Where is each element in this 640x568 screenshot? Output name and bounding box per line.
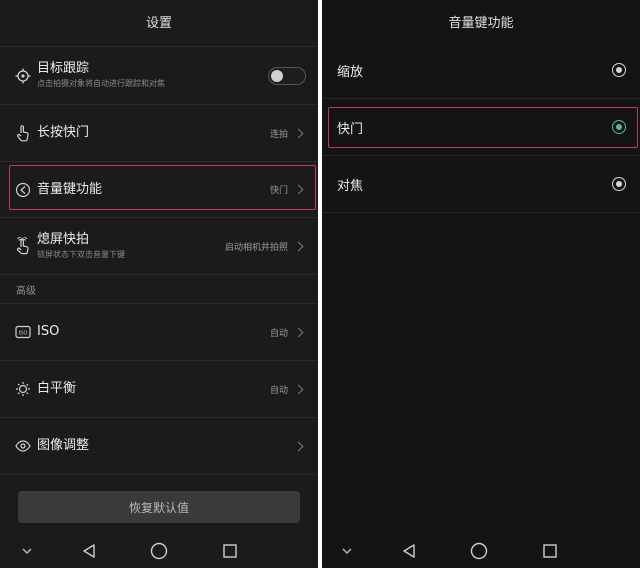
row-title: 音量键功能 bbox=[37, 181, 103, 197]
row-title: 白平衡 bbox=[37, 381, 77, 396]
radio-unselected-icon[interactable] bbox=[612, 63, 626, 77]
system-nav-bar bbox=[322, 534, 640, 568]
chevron-right-icon bbox=[293, 327, 304, 337]
row-title: 目标跟踪 bbox=[37, 61, 90, 76]
row-title: 图像调整 bbox=[37, 438, 90, 453]
page-title: 设置 bbox=[145, 15, 172, 31]
option-focus[interactable]: 对焦 bbox=[322, 156, 640, 212]
radio-selected-icon[interactable] bbox=[612, 120, 626, 134]
iso-icon: ISO bbox=[14, 323, 32, 341]
settings-row-screen-off-snapshot[interactable]: 熄屏快拍 锁屏状态下双击音量下键 启动相机并拍照 bbox=[0, 217, 318, 274]
chevron-right-icon bbox=[293, 128, 304, 138]
volume-key-icon bbox=[14, 181, 32, 199]
white-balance-icon bbox=[14, 380, 32, 398]
settings-row-white-balance[interactable]: 白平衡 自动 bbox=[0, 360, 318, 417]
settings-row-long-press-shutter[interactable]: 长按快门 连拍 bbox=[0, 104, 318, 161]
row-title: 熄屏快拍 bbox=[37, 231, 90, 247]
option-shutter[interactable]: 快门 bbox=[322, 99, 640, 155]
target-tracking-toggle[interactable] bbox=[268, 66, 306, 85]
row-subtitle: 点击拍摄对象将自动进行跟踪和对焦 bbox=[37, 79, 165, 88]
row-title: ISO bbox=[37, 324, 60, 339]
row-title: 长按快门 bbox=[37, 125, 90, 140]
row-value: 自动 bbox=[269, 328, 288, 339]
row-value: 快门 bbox=[269, 186, 288, 196]
home-icon[interactable] bbox=[470, 542, 488, 560]
section-header-advanced: 高级 bbox=[0, 274, 318, 303]
chevron-right-icon bbox=[293, 184, 304, 195]
row-value: 连拍 bbox=[269, 129, 288, 140]
settings-row-iso[interactable]: ISO ISO 自动 bbox=[0, 303, 318, 360]
chevron-right-icon bbox=[293, 241, 304, 251]
page-title: 音量键功能 bbox=[448, 15, 514, 31]
reset-defaults-button[interactable]: 恢复默认值 bbox=[18, 491, 300, 523]
home-icon[interactable] bbox=[150, 542, 168, 560]
recents-icon[interactable] bbox=[541, 542, 559, 560]
snapshot-hand-icon bbox=[14, 237, 32, 255]
section-label: 高级 bbox=[16, 285, 36, 297]
radio-unselected-icon[interactable] bbox=[612, 177, 626, 191]
system-nav-bar bbox=[0, 534, 318, 568]
settings-row-target-tracking[interactable]: 目标跟踪 点击拍摄对象将自动进行跟踪和对焦 bbox=[0, 46, 318, 104]
hand-press-icon bbox=[14, 124, 32, 142]
row-value: 自动 bbox=[269, 385, 288, 396]
back-icon[interactable] bbox=[80, 542, 98, 560]
image-adjust-icon bbox=[14, 437, 32, 455]
svg-text:ISO: ISO bbox=[19, 330, 28, 336]
settings-row-volume-key[interactable]: 音量键功能 快门 bbox=[0, 161, 318, 217]
option-label: 对焦 bbox=[337, 178, 364, 194]
chevron-right-icon bbox=[293, 441, 304, 451]
row-value: 启动相机并拍照 bbox=[224, 242, 288, 253]
chevron-down-icon[interactable] bbox=[338, 542, 356, 560]
option-label: 缩放 bbox=[337, 64, 364, 80]
volume-key-function-screen: 音量键功能 缩放 快门 对焦 bbox=[322, 0, 640, 568]
settings-screen: 设置 目标跟踪 点击拍摄对象将自动进行跟踪和对焦 长按快门 连拍 音量键功能 快… bbox=[0, 0, 318, 568]
back-icon[interactable] bbox=[400, 542, 418, 560]
option-zoom[interactable]: 缩放 bbox=[322, 42, 640, 98]
recents-icon[interactable] bbox=[221, 542, 239, 560]
row-subtitle: 锁屏状态下双击音量下键 bbox=[37, 249, 125, 259]
settings-row-image-adjust[interactable]: 图像调整 bbox=[0, 417, 318, 474]
chevron-right-icon bbox=[293, 384, 304, 394]
target-tracking-icon bbox=[14, 67, 32, 85]
chevron-down-icon[interactable] bbox=[18, 542, 36, 560]
option-label: 快门 bbox=[337, 121, 364, 137]
